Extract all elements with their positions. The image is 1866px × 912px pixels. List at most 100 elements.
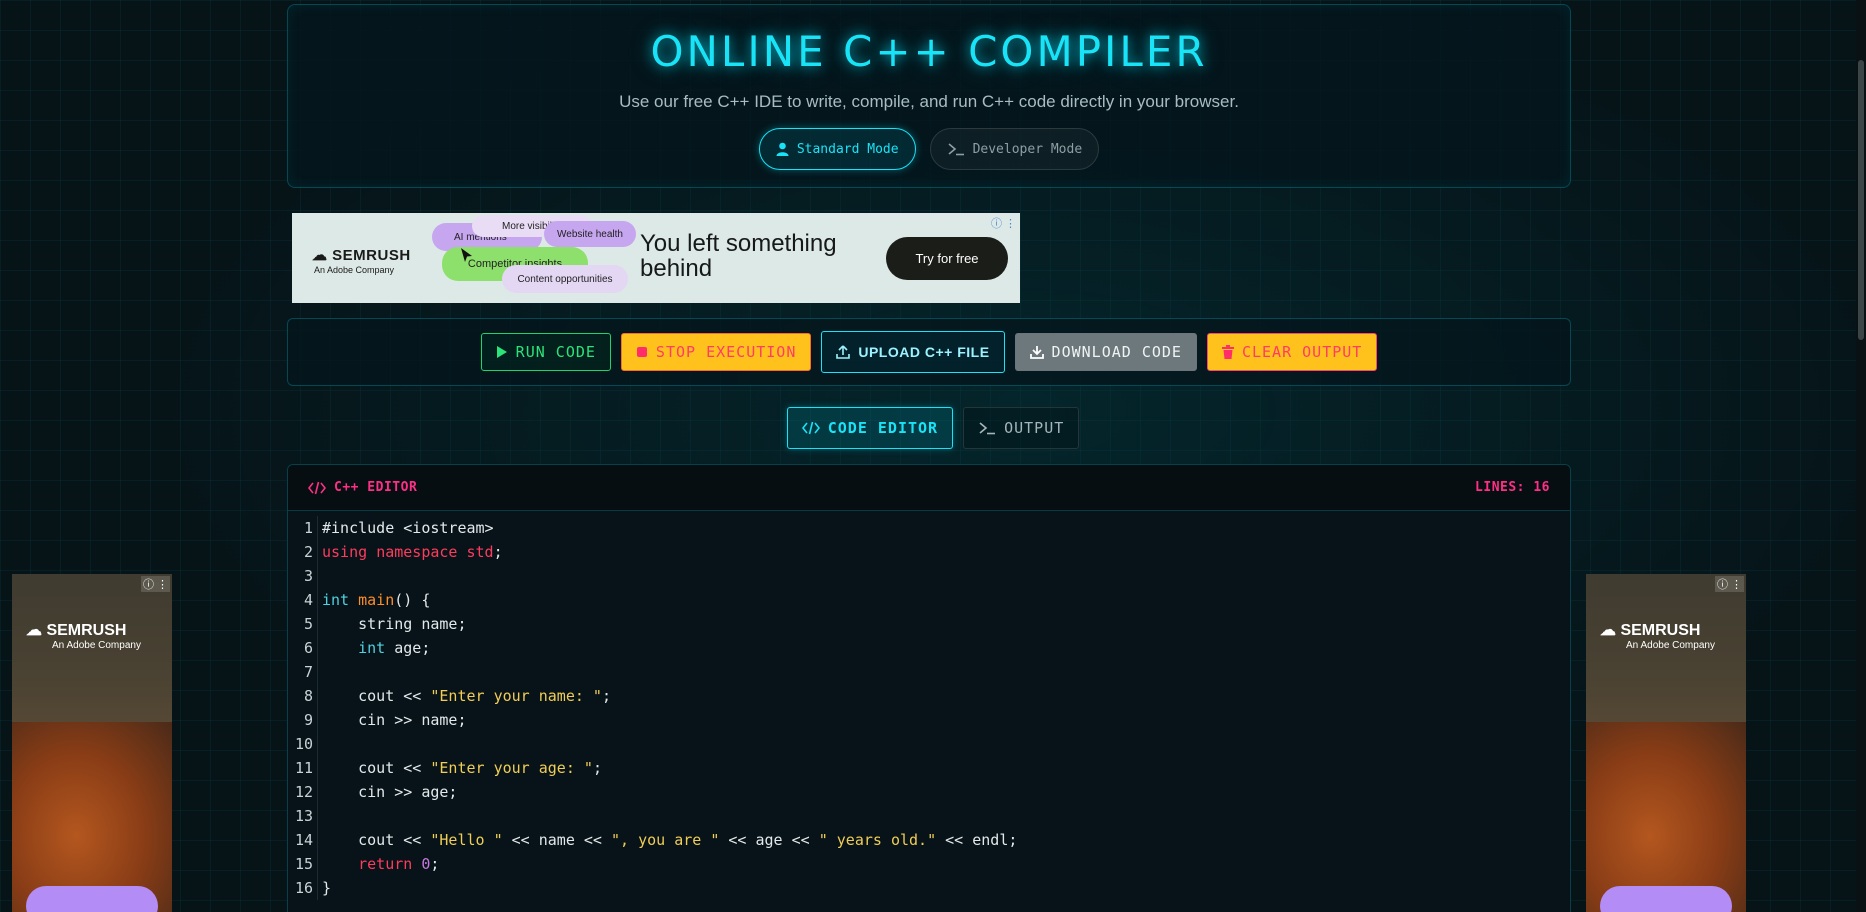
code-icon	[801, 421, 820, 435]
side-ad-brand: ☁ SEMRUSH An Adobe Company	[1600, 620, 1715, 651]
clear-output-button[interactable]: CLEAR OUTPUT	[1206, 333, 1378, 371]
standard-mode-label: Standard Mode	[796, 141, 899, 157]
code-line: int age;	[358, 639, 431, 657]
line-number: 4	[303, 591, 313, 609]
line-number: 9	[303, 711, 313, 729]
play-icon	[496, 346, 507, 358]
ad-headline: You left something behind	[640, 230, 837, 282]
ad-info-icon[interactable]: ⓘ ⋮	[1714, 576, 1744, 592]
semrush-flame-icon: ☁	[26, 622, 42, 639]
download-code-label: DOWNLOAD CODE	[1051, 343, 1182, 361]
semrush-flame-icon: ☁	[1600, 622, 1616, 639]
run-code-button[interactable]: RUN CODE	[480, 333, 611, 371]
stop-execution-label: STOP EXECUTION	[655, 343, 797, 361]
scrollbar-thumb[interactable]	[1858, 60, 1864, 340]
download-code-button[interactable]: DOWNLOAD CODE	[1014, 333, 1197, 371]
trash-icon	[1221, 345, 1234, 359]
page-scrollbar[interactable]	[1856, 0, 1866, 912]
code-line: using namespace std;	[322, 543, 503, 561]
left-side-ad[interactable]: ☁ SEMRUSH An Adobe Company ⓘ ⋮	[12, 574, 172, 912]
action-toolbar: RUN CODE STOP EXECUTION UPLOAD C++ FILE …	[287, 318, 1571, 386]
code-text[interactable]: #include <iostream> using namespace std;…	[318, 516, 1017, 900]
code-line: return 0;	[358, 855, 440, 873]
ad-info-icon[interactable]: ⓘ ⋮	[991, 215, 1016, 231]
cursor-icon	[461, 248, 472, 262]
semrush-flame-icon: ☁	[312, 247, 328, 264]
ad-banner[interactable]: ☁ SEMRUSH An Adobe Company AI mentions M…	[292, 213, 1020, 303]
code-line: int main() {	[322, 591, 431, 609]
page-subtitle: Use our free C++ IDE to write, compile, …	[619, 92, 1239, 111]
side-ad-image	[12, 722, 172, 912]
editor-header: C++ EDITOR LINES: 16	[288, 465, 1570, 511]
page-title: ONLINE C++ COMPILER	[650, 27, 1208, 76]
line-number: 3	[303, 567, 313, 585]
clear-output-label: CLEAR OUTPUT	[1241, 343, 1363, 361]
mode-switch: Standard Mode Developer Mode	[288, 128, 1570, 170]
line-count: LINES: 16	[1475, 480, 1550, 495]
line-number: 11	[294, 759, 313, 777]
ad-pill-content: Content opportunities	[502, 265, 628, 293]
code-line: cin >> name;	[322, 711, 467, 729]
code-line: string name;	[322, 615, 467, 633]
ad-info-icon[interactable]: ⓘ ⋮	[140, 576, 170, 592]
download-icon	[1029, 346, 1044, 359]
line-number: 8	[303, 687, 313, 705]
upload-file-label: UPLOAD C++ FILE	[858, 344, 990, 360]
tab-output-label: OUTPUT	[1004, 419, 1065, 437]
line-number: 12	[294, 783, 313, 801]
side-ad-image	[1586, 722, 1746, 912]
ad-brand-sub: An Adobe Company	[314, 265, 395, 275]
header-panel: ONLINE C++ COMPILER Use our free C++ IDE…	[287, 4, 1571, 188]
code-line: cout << "Enter your name: ";	[322, 687, 611, 705]
line-number: 14	[294, 831, 313, 849]
stop-execution-button[interactable]: STOP EXECUTION	[620, 333, 812, 371]
code-editor-panel: C++ EDITOR LINES: 16 1 2 3 4 5 6 7 8 9 1…	[287, 464, 1571, 912]
line-number: 6	[303, 639, 313, 657]
developer-mode-button[interactable]: Developer Mode	[929, 128, 1100, 170]
side-ad-brand-sub: An Adobe Company	[52, 640, 141, 651]
side-ad-brand-sub: An Adobe Company	[1626, 640, 1715, 651]
editor-title: C++ EDITOR	[308, 480, 417, 495]
tab-code-editor-label: CODE EDITOR	[827, 419, 939, 437]
stop-icon	[636, 347, 647, 357]
side-ad-brand: ☁ SEMRUSH An Adobe Company	[26, 620, 141, 651]
upload-file-button[interactable]: UPLOAD C++ FILE	[821, 331, 1005, 373]
side-ad-brand-name: SEMRUSH	[1620, 622, 1701, 639]
code-area[interactable]: 1 2 3 4 5 6 7 8 9 10 11 12 13 14 15 16 #…	[288, 511, 1570, 900]
line-number: 5	[303, 615, 313, 633]
code-line: cout << "Hello " << name << ", you are "…	[322, 831, 1018, 849]
side-ad-brand-name: SEMRUSH	[46, 622, 127, 639]
side-ad-cta-button[interactable]	[1600, 886, 1732, 912]
line-number: 1	[303, 519, 313, 537]
code-line: }	[322, 879, 332, 897]
tab-code-editor[interactable]: CODE EDITOR	[786, 407, 954, 449]
line-number: 13	[294, 807, 313, 825]
terminal-icon	[979, 422, 996, 435]
line-number-gutter: 1 2 3 4 5 6 7 8 9 10 11 12 13 14 15 16	[288, 516, 318, 900]
line-number: 10	[294, 735, 313, 753]
line-number: 7	[303, 663, 313, 681]
line-number: 2	[303, 543, 313, 561]
line-number: 16	[294, 879, 313, 897]
ad-pill-health: Website health	[544, 221, 636, 247]
editor-title-label: C++ EDITOR	[334, 480, 418, 495]
code-line: cin >> age;	[322, 783, 458, 801]
code-icon	[308, 481, 326, 494]
ad-brand: SEMRUSH	[332, 247, 411, 264]
tab-output[interactable]: OUTPUT	[963, 407, 1080, 449]
side-ad-cta-button[interactable]	[26, 886, 158, 912]
code-line: #include <iostream>	[322, 519, 494, 537]
semrush-logo: ☁ SEMRUSH An Adobe Company	[312, 246, 411, 275]
terminal-icon	[948, 143, 964, 156]
developer-mode-label: Developer Mode	[972, 141, 1083, 157]
view-tabs: CODE EDITOR OUTPUT	[0, 407, 1866, 449]
right-side-ad[interactable]: ☁ SEMRUSH An Adobe Company ⓘ ⋮	[1586, 574, 1746, 912]
user-icon	[776, 142, 789, 156]
line-number: 15	[294, 855, 313, 873]
standard-mode-button[interactable]: Standard Mode	[758, 128, 916, 170]
ad-cta-button[interactable]: Try for free	[886, 237, 1008, 280]
code-line: cout << "Enter your age: ";	[322, 759, 602, 777]
